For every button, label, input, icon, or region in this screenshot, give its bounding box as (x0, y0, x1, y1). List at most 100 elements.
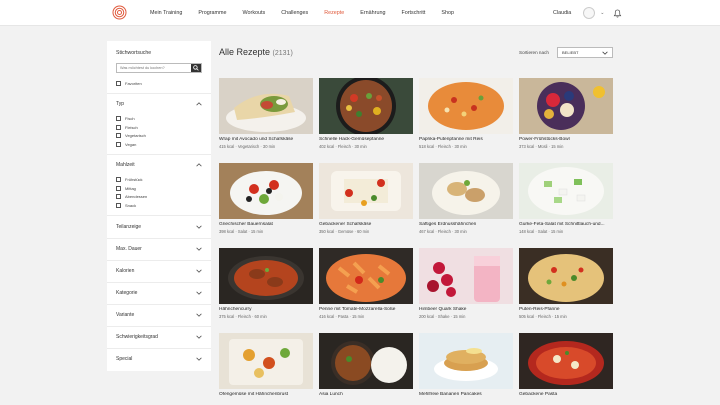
recipe-image[interactable] (219, 78, 313, 134)
checkbox[interactable] (116, 185, 121, 191)
chevron-down-icon[interactable] (196, 247, 202, 251)
filter-option[interactable]: Fleisch (116, 124, 138, 130)
checkbox[interactable] (116, 141, 121, 147)
nav-item-ernaehrung[interactable]: Ernährung (360, 10, 385, 16)
recipe-card[interactable]: Wrap mit Avocado und Schafskäse 415 kcal… (219, 78, 313, 149)
recipe-image[interactable] (419, 248, 513, 304)
filter-section-teilanzeige[interactable]: Teilanzeige (116, 224, 202, 230)
chevron-down-icon[interactable] (196, 269, 202, 273)
recipe-card[interactable]: Penne mit Tomate-Mozzarella-Soße 416 kca… (319, 248, 413, 319)
recipe-card[interactable]: Puten-Reis-Pfanne 505 kcal · Fleisch · 1… (519, 248, 613, 319)
nav-item-mein-training[interactable]: Mein Training (150, 10, 182, 16)
recipe-image[interactable] (419, 163, 513, 219)
filter-section-variante[interactable]: Variante (116, 312, 202, 318)
chevron-down-icon[interactable] (196, 357, 202, 361)
search-input[interactable] (117, 64, 192, 72)
recipe-title[interactable]: Ofengemüse mit Hähnchenbrust (219, 392, 313, 397)
avatar[interactable] (583, 7, 596, 19)
recipe-card[interactable]: Gurke-Feta-Salat mit Schnittlauch-und...… (519, 163, 613, 234)
recipe-card[interactable]: Gebackener Schafskäse 350 kcal · Gemüse … (319, 163, 413, 234)
sort-dropdown[interactable]: BELIEBT (557, 47, 613, 58)
recipe-title[interactable]: Hähnchencurry (219, 307, 313, 312)
recipe-card[interactable]: Saftiges Erdnusshähnchen 467 kcal · Flei… (419, 163, 513, 234)
filter-option[interactable]: Vegan (116, 141, 136, 147)
chevron-down-icon[interactable] (196, 313, 202, 317)
filter-section-kategorie[interactable]: Kategorie (116, 290, 202, 296)
user-menu[interactable]: Claudia ⌄ (553, 0, 622, 26)
user-name[interactable]: Claudia (553, 10, 571, 16)
recipe-title[interactable]: Mehlfreie Bananen Pancakes (419, 392, 513, 397)
checkbox[interactable] (116, 133, 121, 138)
filter-option[interactable]: Mittag (116, 185, 136, 191)
recipe-title[interactable]: Gebackener Schafskäse (319, 222, 413, 227)
recipe-card[interactable]: Himbeer Quark Shake 200 kcal · Shake · 1… (419, 248, 513, 319)
recipe-card[interactable]: Gebackene Pasta (519, 333, 613, 399)
nav-item-programme[interactable]: Programme (198, 10, 226, 16)
search-button[interactable] (191, 64, 201, 72)
chevron-up-icon[interactable] (196, 102, 202, 106)
favorites-checkbox[interactable] (116, 81, 121, 86)
filter-option[interactable]: Frühstück (116, 177, 143, 182)
nav-item-rezepte[interactable]: Rezepte (324, 10, 344, 16)
recipe-title[interactable]: Wrap mit Avocado und Schafskäse (219, 137, 313, 142)
recipe-title[interactable]: Saftiges Erdnusshähnchen (419, 222, 513, 227)
nav-item-shop[interactable]: Shop (441, 10, 454, 16)
checkbox[interactable] (116, 177, 121, 182)
recipe-image[interactable] (519, 248, 613, 304)
recipe-card[interactable]: Mehlfreie Bananen Pancakes (419, 333, 513, 399)
filter-section-max-dauer[interactable]: Max. Dauer (116, 246, 202, 252)
filter-section-typ[interactable]: Typ (116, 101, 202, 107)
recipe-image[interactable] (219, 333, 313, 389)
nav-item-workouts[interactable]: Workouts (243, 10, 266, 16)
recipe-title[interactable]: Gurke-Feta-Salat mit Schnittlauch-und... (519, 222, 613, 227)
recipe-title[interactable]: Schnelle Hack-Gemüsepfanne (319, 137, 413, 142)
filter-section-schwierigkeitsgrad[interactable]: Schwierigkeitsgrad (116, 334, 202, 340)
recipe-image[interactable] (419, 78, 513, 134)
checkbox[interactable] (116, 202, 121, 208)
chevron-up-icon[interactable] (196, 163, 202, 167)
recipe-title[interactable]: Gebackene Pasta (519, 392, 613, 397)
filter-section-kalorien[interactable]: Kalorien (116, 268, 202, 274)
recipe-title[interactable]: Puten-Reis-Pfanne (519, 307, 613, 312)
recipe-image[interactable] (419, 333, 513, 389)
recipe-image[interactable] (219, 163, 313, 219)
recipe-card[interactable]: Paprika-Putenpfanne mit Reis 518 kcal · … (419, 78, 513, 149)
recipe-title[interactable]: Paprika-Putenpfanne mit Reis (419, 137, 513, 142)
recipe-title[interactable]: Asia Lunch (319, 392, 413, 397)
recipe-image[interactable] (519, 163, 613, 219)
recipe-image[interactable] (319, 78, 413, 134)
bell-icon[interactable] (613, 9, 622, 18)
recipe-image[interactable] (319, 248, 413, 304)
recipe-image[interactable] (519, 333, 613, 389)
chevron-down-icon[interactable] (196, 335, 202, 339)
recipe-image[interactable] (219, 248, 313, 304)
filter-section-mahlzeit[interactable]: Mahlzeit (116, 162, 202, 168)
recipe-title[interactable]: Himbeer Quark Shake (419, 307, 513, 312)
chevron-down-icon[interactable] (196, 225, 202, 229)
recipe-image[interactable] (319, 163, 413, 219)
recipe-card[interactable]: Griechischer Bauernsalat 398 kcal · Sala… (219, 163, 313, 234)
filter-section-special[interactable]: Special (116, 356, 202, 362)
recipe-card[interactable]: Ofengemüse mit Hähnchenbrust (219, 333, 313, 399)
recipe-card[interactable]: Power-Frühstücks-Bowl 373 kcal · Müsli ·… (519, 78, 613, 149)
recipe-title[interactable]: Power-Frühstücks-Bowl (519, 137, 613, 142)
filter-option[interactable]: Abendessen (116, 194, 147, 199)
chevron-down-icon[interactable] (196, 291, 202, 295)
recipe-image[interactable] (519, 78, 613, 134)
recipe-title[interactable]: Griechischer Bauernsalat (219, 222, 313, 227)
filter-option[interactable]: Snack (116, 202, 136, 208)
nav-item-fortschritt[interactable]: Fortschritt (401, 10, 425, 16)
favorites-filter[interactable]: Favoriten (116, 81, 142, 86)
recipe-card[interactable]: Asia Lunch (319, 333, 413, 399)
filter-option[interactable]: Vegetarisch (116, 133, 146, 138)
filter-option[interactable]: Fisch (116, 116, 135, 121)
checkbox[interactable] (116, 116, 121, 121)
checkbox[interactable] (116, 124, 121, 130)
recipe-image[interactable] (319, 333, 413, 389)
nav-item-challenges[interactable]: Challenges (281, 10, 308, 16)
recipe-card[interactable]: Schnelle Hack-Gemüsepfanne 402 kcal · Fl… (319, 78, 413, 149)
chevron-down-icon[interactable]: ⌄ (600, 10, 604, 16)
brand-logo-icon[interactable] (112, 5, 127, 20)
recipe-card[interactable]: Hähnchencurry 375 kcal · Fleisch · 60 mi… (219, 248, 313, 319)
checkbox[interactable] (116, 194, 121, 199)
